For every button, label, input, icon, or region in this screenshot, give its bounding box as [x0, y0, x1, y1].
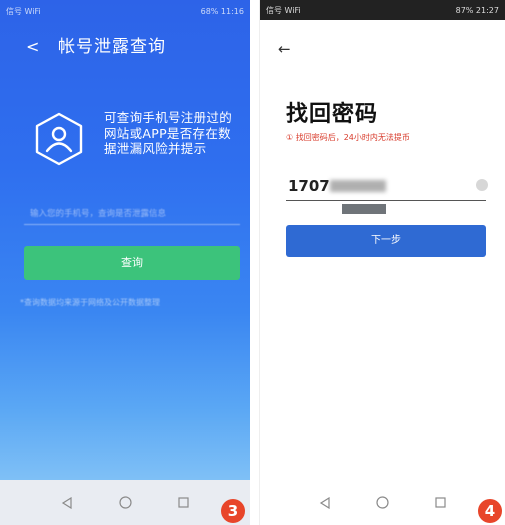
next-step-button[interactable]: 下一步: [286, 225, 486, 257]
query-button[interactable]: 查询: [24, 246, 240, 280]
input-tooltip: [342, 204, 386, 214]
phone-search-input[interactable]: 输入您的手机号，查询是否泄露信息: [24, 203, 240, 225]
data-source-note: *查询数据均来源于网络及公开数据整理: [20, 298, 160, 307]
comparison-page: 信号 WiFi 68% 11:16 < 帐号泄露查询 可查询手机号注册过的网站或…: [0, 0, 505, 525]
page-title: 找回密码: [286, 102, 379, 127]
status-battery-time: 87% 21:27: [455, 5, 499, 15]
back-arrow-icon[interactable]: <: [26, 36, 39, 58]
header: < 帐号泄露查询: [0, 36, 250, 58]
status-battery-time: 68% 11:16: [200, 6, 244, 16]
nav-back-icon[interactable]: [60, 496, 74, 510]
step-badge-4: 4: [478, 499, 502, 523]
step-badge-3: 3: [221, 499, 245, 523]
nav-recents-icon[interactable]: [434, 496, 448, 510]
account-leak-query-screen: 信号 WiFi 68% 11:16 < 帐号泄露查询 可查询手机号注册过的网站或…: [0, 0, 250, 480]
clear-input-icon[interactable]: [476, 179, 488, 191]
status-bar: 信号 WiFi 87% 21:27: [260, 0, 505, 20]
status-bar: 信号 WiFi 68% 11:16: [6, 4, 244, 18]
phone-number-field[interactable]: 1707: [286, 175, 488, 201]
query-description: 可查询手机号注册过的网站或APP是否存在数据泄漏风险并提示: [104, 110, 233, 156]
phone-number-value: 1707: [288, 177, 330, 195]
back-arrow-icon[interactable]: ←: [278, 40, 291, 58]
nav-recents-icon[interactable]: [176, 496, 190, 510]
shield-user-icon: [34, 112, 84, 166]
phone-screen-3: 信号 WiFi 68% 11:16 < 帐号泄露查询 可查询手机号注册过的网站或…: [0, 0, 250, 525]
page-title: 帐号泄露查询: [58, 37, 166, 57]
redacted-digits: [330, 180, 386, 192]
phone-screen-4: 信号 WiFi 87% 21:27 ← 找回密码 ① 找回密码后，24小时内无法…: [259, 0, 505, 525]
nav-home-icon[interactable]: [118, 496, 132, 510]
system-nav-bar: [260, 480, 505, 525]
status-signal: 信号 WiFi: [266, 5, 301, 15]
warning-notice: ① 找回密码后，24小时内无法提币: [286, 133, 410, 142]
status-signal: 信号 WiFi: [6, 6, 41, 16]
nav-home-icon[interactable]: [376, 496, 390, 510]
system-nav-bar: [0, 480, 250, 525]
nav-back-icon[interactable]: [318, 496, 332, 510]
